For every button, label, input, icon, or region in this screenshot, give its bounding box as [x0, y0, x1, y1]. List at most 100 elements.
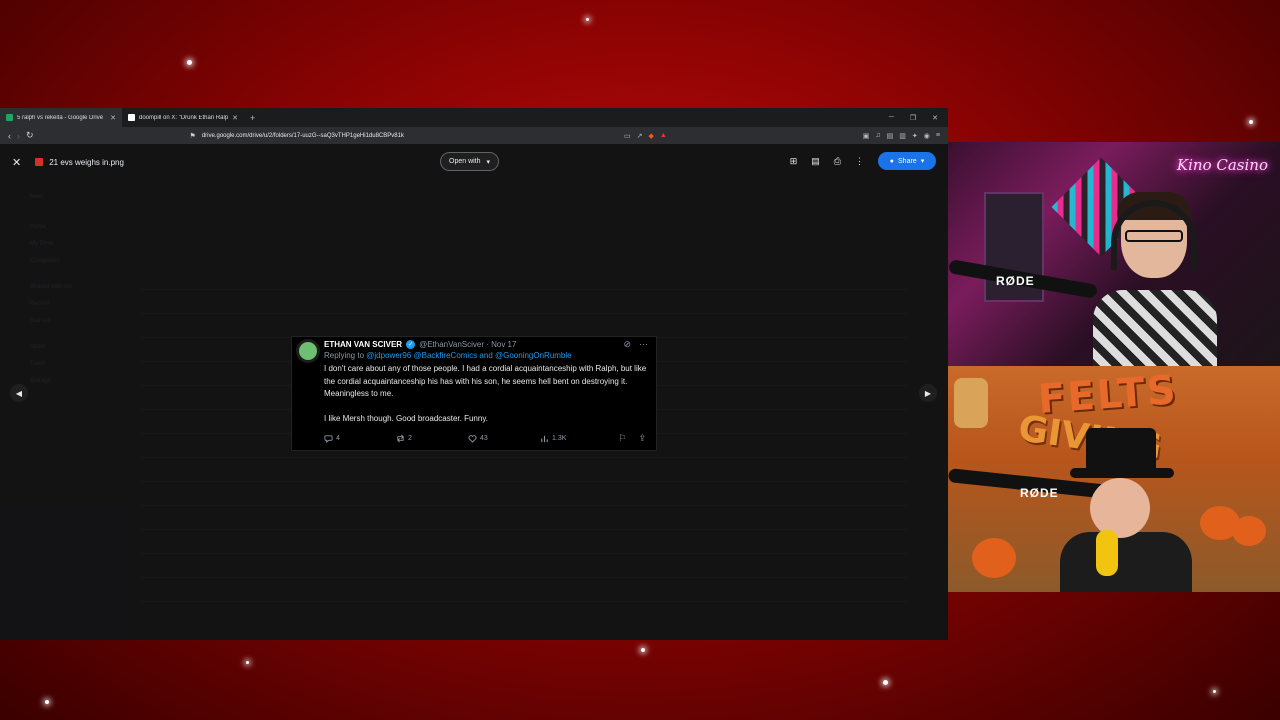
reply-icon — [324, 435, 333, 443]
add-shortcut-icon[interactable]: ⊞ — [790, 156, 798, 167]
open-with-label: Open with — [449, 158, 481, 165]
avatar-logo-icon — [299, 342, 317, 360]
chevron-down-icon: ▾ — [920, 158, 925, 165]
wallet-icon[interactable]: ▥ — [899, 132, 906, 140]
replying-to-prefix: Replying to — [324, 351, 365, 360]
new-tab-icon[interactable]: + — [244, 113, 261, 123]
bookmark-icon[interactable]: ⚑ — [190, 132, 196, 140]
print-icon[interactable]: ⎙ — [834, 156, 841, 167]
minimize-icon[interactable]: ─ — [889, 114, 894, 122]
close-window-icon[interactable]: ✕ — [932, 114, 938, 122]
sparkle — [641, 648, 645, 652]
tweet-menu: ⊘ ··· — [623, 339, 648, 350]
file-viewer-toolbar: ✕ 21 evs weighs in.png Open with ▾ ⊞ ▤ ⎙… — [0, 144, 948, 180]
guest-body — [1060, 532, 1192, 592]
reply-count: 4 — [324, 434, 396, 443]
more-options-icon[interactable]: ⋮ — [855, 156, 864, 167]
view-count-value: 1.3K — [552, 435, 567, 442]
sidebar-icon[interactable]: ▣ — [863, 132, 870, 140]
drive-favicon-icon — [6, 114, 13, 121]
comment-icon[interactable]: ▤ — [811, 156, 820, 167]
guest-person — [1060, 428, 1192, 592]
close-tab-icon[interactable]: ✕ — [232, 114, 238, 122]
maximize-icon[interactable]: ❐ — [910, 114, 916, 122]
profile-icon[interactable]: ◉ — [924, 132, 930, 140]
menu-icon[interactable]: ≡ — [936, 132, 940, 140]
sparkle — [187, 60, 192, 65]
tweet-header: ETHAN VAN SCIVER ✓ @EthanVanSciver · Nov… — [300, 339, 648, 350]
tweet-secondary-actions: ⚐ ⇪ — [618, 433, 646, 444]
previous-file-button[interactable]: ◀ — [10, 384, 28, 402]
repost-count-value: 2 — [408, 435, 412, 442]
viewer-actions: ⊞ ▤ ⎙ ⋮ ● Share ▾ — [790, 152, 936, 170]
views-icon — [541, 435, 548, 443]
tab-x-post[interactable]: doompill on X: "Drunk Ethan Ralph i ✕ — [122, 108, 244, 127]
heart-icon — [468, 435, 477, 443]
url-field[interactable]: ⚑ drive.google.com/drive/u/2/folders/17-… — [190, 132, 618, 140]
tweet-text: I don't care about any of those people. … — [324, 364, 647, 423]
repost-count: 2 — [396, 434, 468, 443]
sparkle — [45, 700, 49, 704]
tab-title: doompill on X: "Drunk Ethan Ralph i — [139, 114, 229, 121]
like-count-value: 43 — [480, 435, 488, 442]
tweet-screenshot: ETHAN VAN SCIVER ✓ @EthanVanSciver · Nov… — [291, 336, 657, 451]
view-count: 1.3K — [540, 434, 612, 443]
tweet-actions: 4 2 43 1.3K ⚐ ⇪ — [324, 433, 646, 444]
host-person — [1093, 192, 1217, 366]
puzzle-icon[interactable]: ✦ — [912, 132, 918, 140]
extension-icons: ▭ ↗ ◆ ▲ — [624, 132, 667, 140]
grok-icon: ⊘ — [623, 339, 631, 349]
sparkle — [586, 18, 589, 21]
replying-to-links: @jdpower96 @BackfireComics and @GooningO… — [366, 351, 572, 360]
verified-badge-icon: ✓ — [406, 340, 416, 349]
person-icon: ● — [889, 157, 895, 165]
url-text: drive.google.com/drive/u/2/folders/17-uu… — [201, 132, 404, 139]
chevron-down-icon: ▾ — [486, 158, 491, 166]
replying-to: Replying to @jdpower96 @BackfireComics a… — [324, 351, 648, 360]
microphone-icon — [1096, 530, 1118, 576]
sparkle — [883, 680, 888, 685]
sparkle — [1249, 120, 1253, 124]
tab-bar: 5 ralph vs rekeita - Google Drive ✕ doom… — [0, 108, 948, 127]
window-controls: ─ ❐ ✕ — [889, 114, 948, 122]
host-shirt — [1093, 290, 1217, 366]
like-count: 43 — [468, 434, 540, 443]
next-file-button[interactable]: ▶ — [919, 384, 937, 402]
close-tab-icon[interactable]: ✕ — [110, 114, 116, 122]
reader-icon[interactable]: ▤ — [887, 132, 894, 140]
hat-brim — [1070, 468, 1174, 478]
open-with-button[interactable]: Open with ▾ — [440, 152, 500, 171]
share-page-icon[interactable]: ↗ — [637, 132, 643, 140]
address-bar: ‹ › ↻ ⚑ drive.google.com/drive/u/2/folde… — [0, 127, 948, 144]
pumpkin-icon — [972, 538, 1016, 578]
reply-count-value: 4 — [336, 435, 340, 442]
scarecrow — [954, 378, 988, 428]
sparkle — [1213, 690, 1216, 693]
pilgrim-hat-icon — [1086, 428, 1156, 472]
forward-icon[interactable]: › — [17, 131, 20, 141]
author-handle-date: @EthanVanSciver · Nov 17 — [419, 340, 517, 349]
file-name: 21 evs weighs in.png — [49, 157, 124, 167]
rode-mic-label: RØDE — [996, 274, 1035, 288]
webcam-host: Kino Casino RØDE — [948, 142, 1280, 366]
reload-icon[interactable]: ↻ — [26, 130, 34, 141]
close-viewer-icon[interactable]: ✕ — [12, 156, 21, 169]
share-icon: ⇪ — [638, 433, 646, 443]
toolbar-icons: ▣ ♫ ▤ ▥ ✦ ◉ ≡ — [863, 132, 940, 140]
tab-title: 5 ralph vs rekeita - Google Drive — [17, 114, 104, 121]
author-name: ETHAN VAN SCIVER — [324, 340, 403, 349]
image-file-icon — [35, 158, 44, 166]
rode-mic-label: RØDE — [1020, 486, 1059, 500]
brave-shield-icon[interactable]: ◆ — [648, 132, 653, 140]
cast-icon[interactable]: ▭ — [624, 132, 631, 140]
tab-google-drive[interactable]: 5 ralph vs rekeita - Google Drive ✕ — [0, 108, 122, 127]
brave-rewards-icon[interactable]: ▲ — [660, 132, 667, 140]
share-button[interactable]: ● Share ▾ — [878, 152, 936, 170]
avatar — [296, 339, 320, 363]
media-icon[interactable]: ♫ — [875, 132, 880, 140]
more-icon: ··· — [639, 339, 648, 349]
bookmark-icon: ⚐ — [618, 433, 627, 443]
share-label: Share — [898, 157, 917, 165]
guest-face — [1090, 478, 1150, 538]
back-icon[interactable]: ‹ — [8, 131, 11, 141]
